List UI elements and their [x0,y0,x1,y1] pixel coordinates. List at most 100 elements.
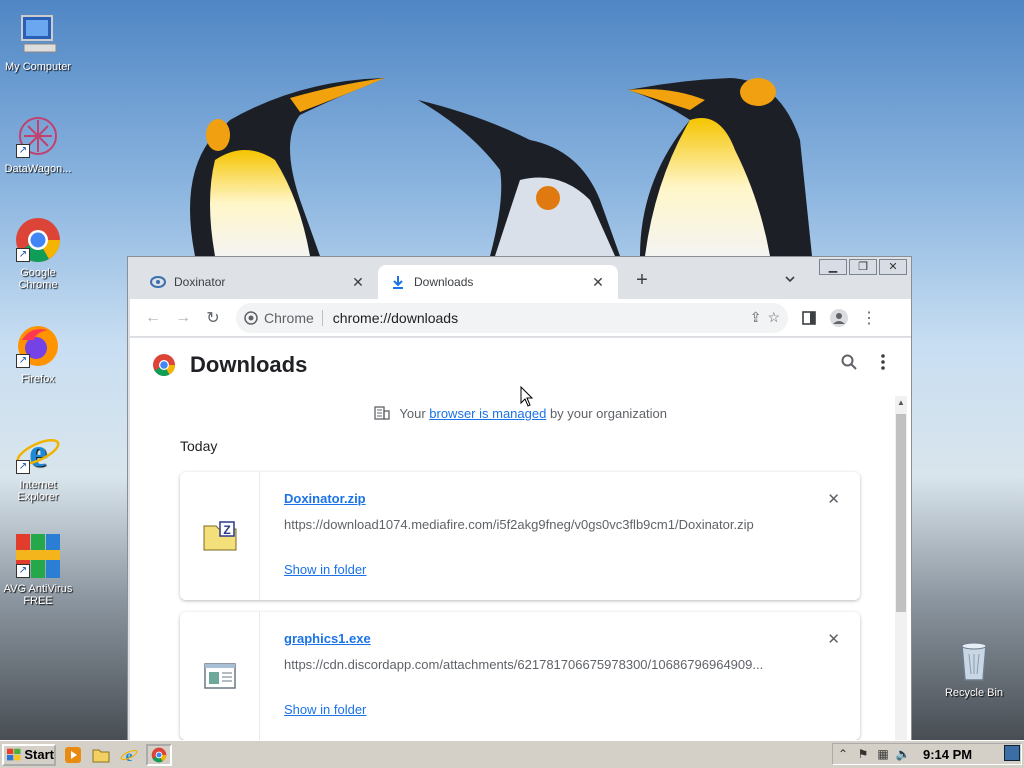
scroll-up-arrow-icon[interactable]: ▲ [895,398,907,407]
chrome-window: ▁ ❐ ✕ Doxinator ✕ Downloads ✕ + ← → ↻ Ch… [127,256,912,742]
taskbar-chrome-button[interactable] [146,743,172,766]
system-tray: ⌃ ⚑ ▦ 🔈 9:14 PM [832,743,1022,765]
svg-text:Z: Z [223,523,230,537]
side-panel-icon [802,310,816,325]
desktop-icon-label: Google Chrome [18,267,58,291]
avg-icon: ↗ [14,532,62,580]
quicklaunch-ie[interactable]: e [118,744,140,766]
search-icon [841,354,857,370]
profile-avatar-icon [830,308,848,327]
desktop-icon-label: Firefox [21,373,55,385]
chrome-logo-icon [153,354,175,376]
shortcut-arrow-icon: ↗ [16,564,30,578]
taskbar-clock[interactable]: 9:14 PM [923,747,972,762]
tab-title: Downloads [414,275,474,289]
back-button[interactable]: ← [138,303,168,333]
share-icon[interactable]: ⇪ [750,309,762,326]
ie-icon: e [120,748,138,764]
download-source-url[interactable]: https://download1074.mediafire.com/i5f2a… [284,517,784,532]
tab-close-icon[interactable]: ✕ [350,274,366,291]
downloads-header: Downloads [130,338,911,392]
start-button[interactable]: Start [2,743,56,766]
desktop-icon-firefox[interactable]: ↗ Firefox [0,322,76,385]
desktop-icon-datawagon[interactable]: ↗ DataWagon... [0,112,76,175]
download-file-name-link[interactable]: Doxinator.zip [284,491,366,506]
managed-suffix: by your organization [546,406,668,421]
remove-from-list-button[interactable]: ✕ [827,490,840,508]
tab-downloads[interactable]: Downloads ✕ [378,265,618,299]
folder-icon [92,749,110,762]
reload-button[interactable]: ↻ [198,303,228,333]
desktop-icon-recycle-bin[interactable]: Recycle Bin [936,636,1012,699]
more-vert-icon [881,354,885,370]
browser-menu-button[interactable]: ⋮ [854,303,884,333]
svg-text:e: e [29,430,47,475]
desktop-icon-my-computer[interactable]: My Computer [0,10,76,73]
mouse-cursor-icon [520,386,534,407]
browser-toolbar: ← → ↻ Chrome chrome://downloads ⇪ ☆ ⋮ [130,299,911,337]
page-title: Downloads [190,352,308,377]
network-icon[interactable]: ▦ [873,747,893,761]
managed-notice: Your browser is managed by your organiza… [130,406,911,421]
volume-icon[interactable]: 🔈 [893,747,913,761]
chevron-down-icon [785,276,795,283]
download-icon [390,274,406,290]
ie-icon: e ↗ [14,428,62,476]
show-in-folder-link[interactable]: Show in folder [284,562,366,577]
new-tab-button[interactable]: + [630,269,654,293]
download-item: graphics1.exe https://cdn.discordapp.com… [180,612,860,740]
action-center-flag-icon[interactable]: ⚑ [853,747,873,761]
desktop-icon-label: Recycle Bin [944,687,1004,699]
building-icon [374,406,390,420]
profile-button[interactable] [824,303,854,333]
desktop-icon-internet-explorer[interactable]: e ↗ Internet Explorer [0,428,76,503]
more-actions-button[interactable] [881,354,885,375]
scrollbar-thumb[interactable] [896,414,906,612]
download-source-url[interactable]: https://cdn.discordapp.com/attachments/6… [284,657,784,672]
shortcut-arrow-icon: ↗ [16,354,30,368]
desktop-icon-label: DataWagon... [4,163,72,175]
chip-label: Chrome [264,309,314,326]
shortcut-arrow-icon: ↗ [16,248,30,262]
address-bar[interactable]: Chrome chrome://downloads ⇪ ☆ [236,302,788,333]
computer-icon [14,10,62,58]
tab-strip: Doxinator ✕ Downloads ✕ + [130,265,910,299]
remove-from-list-button[interactable]: ✕ [827,630,840,648]
quicklaunch-explorer[interactable] [90,744,112,766]
chrome-icon: ↗ [14,216,62,264]
doxinator-favicon [150,274,166,290]
forward-button[interactable]: → [168,303,198,333]
site-info-chip[interactable]: Chrome [244,309,323,326]
firefox-icon: ↗ [14,322,62,370]
desktop-icon-label: Internet Explorer [17,479,59,503]
show-in-folder-link[interactable]: Show in folder [284,702,366,717]
tab-doxinator[interactable]: Doxinator ✕ [138,265,378,299]
datawagon-icon: ↗ [14,112,62,160]
search-downloads-button[interactable] [841,354,857,375]
download-item: Z Doxinator.zip https://download1074.med… [180,472,860,600]
download-file-name-link[interactable]: graphics1.exe [284,631,371,646]
desktop-icon-google-chrome[interactable]: ↗ Google Chrome [0,216,76,291]
browser-managed-link[interactable]: browser is managed [429,406,546,421]
shortcut-arrow-icon: ↗ [16,144,30,158]
page-scrollbar[interactable]: ▲ [895,396,907,741]
start-label: Start [24,747,54,762]
tray-expand-icon[interactable]: ⌃ [833,747,853,761]
bookmark-star-icon[interactable]: ☆ [767,309,780,326]
quicklaunch-media-player[interactable] [62,744,84,766]
side-panel-button[interactable] [794,303,824,333]
windows-logo-icon [7,748,21,760]
managed-prefix: Your [399,406,430,421]
desktop-icon-avg[interactable]: ↗ AVG AntiVirus FREE [0,532,76,607]
zip-file-icon: Z [203,521,236,551]
tab-close-icon[interactable]: ✕ [590,274,606,291]
url-text[interactable]: chrome://downloads [333,310,750,326]
chrome-icon [151,747,167,762]
show-desktop-button[interactable] [1004,745,1020,761]
exe-file-icon [203,663,236,689]
chrome-logo-icon [244,310,258,325]
shortcut-arrow-icon: ↗ [16,460,30,474]
desktop-icon-label: My Computer [4,61,72,73]
desktop-icon-label: AVG AntiVirus FREE [3,583,73,607]
tab-search-button[interactable] [784,273,796,288]
